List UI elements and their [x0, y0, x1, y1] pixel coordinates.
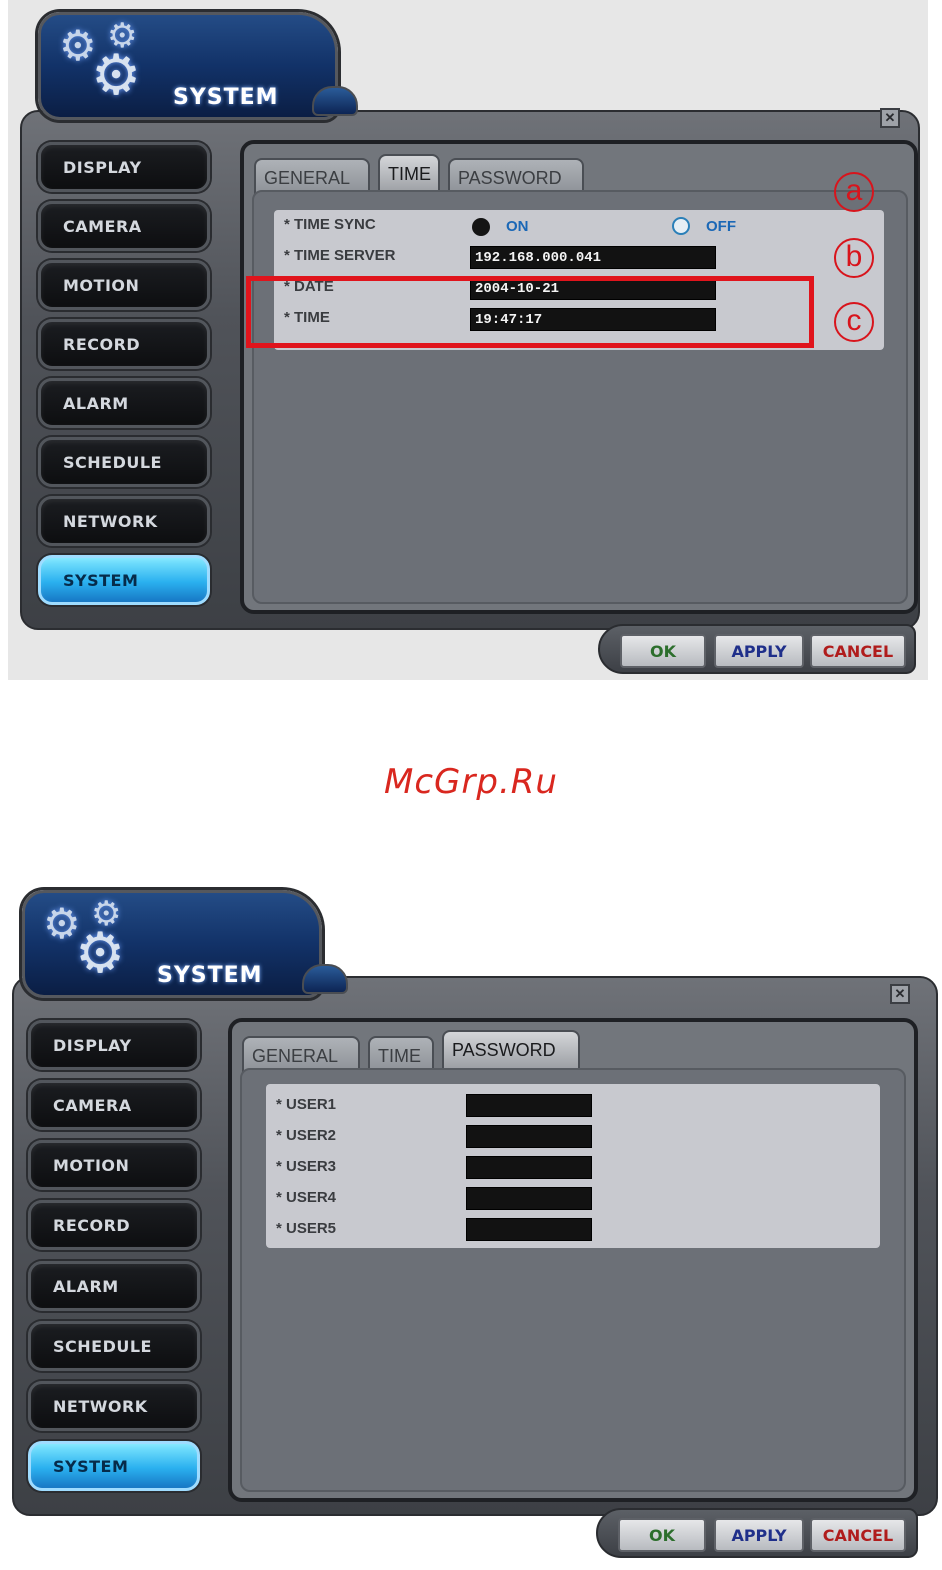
sidebar-item-schedule[interactable]: SCHEDULE — [28, 1321, 200, 1371]
apply-button[interactable]: APPLY — [714, 1518, 804, 1552]
cancel-button[interactable]: CANCEL — [810, 634, 906, 668]
user4-label: * USER4 — [276, 1189, 337, 1206]
watermark: McGrp.Ru — [384, 762, 558, 802]
sidebar-item-alarm[interactable]: ALARM — [28, 1261, 200, 1311]
content-area: GENERAL TIME PASSWORD * TIME SYNC ON OFF… — [240, 140, 918, 614]
tab-general[interactable]: GENERAL — [254, 158, 370, 194]
system-dialog-password: ⚙ ⚙ ⚙ SYSTEM ✕ DISPLAY CAMERA MOTION REC… — [0, 876, 942, 1570]
user1-label: * USER1 — [276, 1096, 337, 1113]
tab-time[interactable]: TIME — [378, 154, 440, 194]
content-area: GENERAL TIME PASSWORD * USER1 * USER2 * … — [228, 1018, 918, 1502]
annotation-b: b — [834, 238, 874, 278]
gear-large-icon: ⚙ — [75, 921, 126, 984]
apply-button[interactable]: APPLY — [714, 634, 804, 668]
system-dialog-time: ⚙ ⚙ ⚙ SYSTEM ✕ DISPLAY CAMERA MOTION REC… — [8, 0, 928, 680]
sidebar-item-display[interactable]: DISPLAY — [28, 1020, 200, 1070]
tab-panel: * USER1 * USER2 * USER3 * USER4 * USER5 — [240, 1068, 906, 1492]
sidebar-item-alarm[interactable]: ALARM — [38, 378, 210, 428]
time-server-label: * TIME SERVER — [284, 247, 396, 264]
time-sync-off-radio[interactable] — [672, 217, 690, 235]
dialog-title: SYSTEM — [173, 85, 279, 110]
sidebar-item-motion[interactable]: MOTION — [28, 1140, 200, 1190]
footer-bar: OK APPLY CANCEL — [596, 1508, 918, 1558]
sidebar-item-display[interactable]: DISPLAY — [38, 142, 210, 192]
sidebar-item-system[interactable]: SYSTEM — [38, 555, 210, 605]
close-button[interactable]: ✕ — [880, 108, 900, 128]
annotation-c: c — [834, 302, 874, 342]
dialog-title: SYSTEM — [157, 963, 263, 988]
sidebar-item-network[interactable]: NETWORK — [28, 1381, 200, 1431]
title-header: ⚙ ⚙ ⚙ SYSTEM — [38, 12, 338, 120]
sidebar-item-record[interactable]: RECORD — [28, 1200, 200, 1250]
password-group: * USER1 * USER2 * USER3 * USER4 * USER5 — [266, 1084, 880, 1248]
sidebar-item-camera[interactable]: CAMERA — [28, 1080, 200, 1130]
title-notch — [302, 964, 348, 994]
title-notch — [312, 86, 358, 116]
ok-button[interactable]: OK — [620, 634, 706, 668]
user5-label: * USER5 — [276, 1220, 337, 1237]
tab-time[interactable]: TIME — [368, 1036, 434, 1072]
sidebar-item-network[interactable]: NETWORK — [38, 496, 210, 546]
cancel-button[interactable]: CANCEL — [810, 1518, 906, 1552]
user2-label: * USER2 — [276, 1127, 337, 1144]
footer-bar: OK APPLY CANCEL — [598, 624, 916, 674]
user2-password-input[interactable] — [466, 1125, 592, 1148]
time-sync-off-label: OFF — [706, 218, 736, 235]
sidebar-item-camera[interactable]: CAMERA — [38, 201, 210, 251]
user3-label: * USER3 — [276, 1158, 337, 1175]
user5-password-input[interactable] — [466, 1218, 592, 1241]
highlight-box — [246, 276, 814, 348]
tab-general[interactable]: GENERAL — [242, 1036, 360, 1072]
time-sync-on-label: ON — [506, 218, 529, 235]
title-header: ⚙ ⚙ ⚙ SYSTEM — [22, 890, 322, 998]
tab-panel: * TIME SYNC ON OFF * TIME SERVER 192.168… — [252, 190, 908, 604]
sidebar-item-motion[interactable]: MOTION — [38, 260, 210, 310]
time-sync-label: * TIME SYNC — [284, 216, 376, 233]
time-server-input[interactable]: 192.168.000.041 — [470, 246, 716, 269]
ok-button[interactable]: OK — [618, 1518, 706, 1552]
sidebar-item-system[interactable]: SYSTEM — [28, 1441, 200, 1491]
gear-large-icon: ⚙ — [91, 43, 142, 106]
user1-password-input[interactable] — [466, 1094, 592, 1117]
close-button[interactable]: ✕ — [890, 984, 910, 1004]
sidebar-item-schedule[interactable]: SCHEDULE — [38, 437, 210, 487]
annotation-a: a — [834, 172, 874, 212]
time-sync-on-radio[interactable] — [472, 218, 490, 236]
tab-password[interactable]: PASSWORD — [442, 1030, 580, 1070]
user4-password-input[interactable] — [466, 1187, 592, 1210]
user3-password-input[interactable] — [466, 1156, 592, 1179]
tab-password[interactable]: PASSWORD — [448, 158, 584, 194]
sidebar-item-record[interactable]: RECORD — [38, 319, 210, 369]
